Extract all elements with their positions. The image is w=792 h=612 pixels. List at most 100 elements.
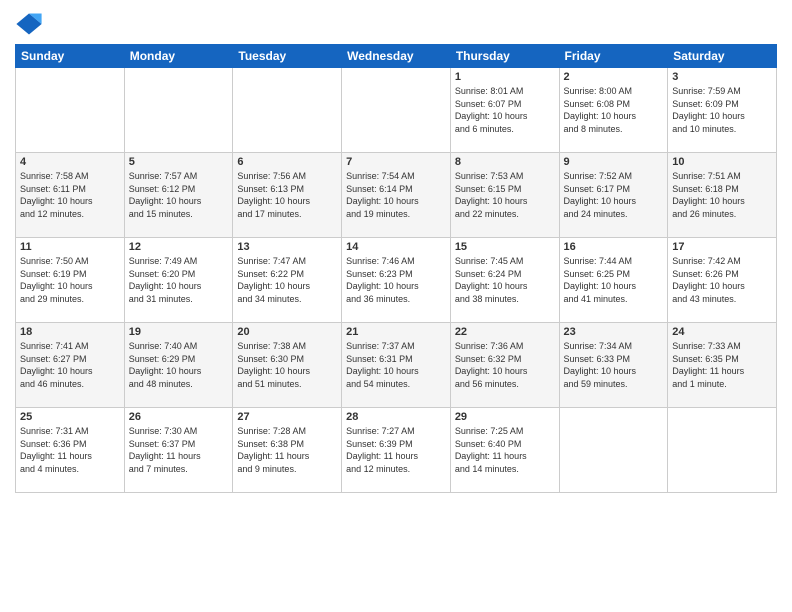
- calendar-week-row: 25 Sunrise: 7:31 AM Sunset: 6:36 PM Dayli…: [16, 408, 777, 493]
- calendar-cell: 10 Sunrise: 7:51 AM Sunset: 6:18 PM Dayli…: [668, 153, 777, 238]
- day-number: 9: [564, 156, 664, 168]
- day-info: Sunrise: 8:01 AM Sunset: 6:07 PM Dayligh…: [455, 85, 555, 135]
- day-number: 5: [129, 156, 229, 168]
- calendar-cell: 2 Sunrise: 8:00 AM Sunset: 6:08 PM Daylig…: [559, 68, 668, 153]
- logo: [15, 10, 47, 38]
- calendar-cell: 7 Sunrise: 7:54 AM Sunset: 6:14 PM Daylig…: [342, 153, 451, 238]
- day-number: 20: [237, 326, 337, 338]
- day-number: 15: [455, 241, 555, 253]
- day-number: 28: [346, 411, 446, 423]
- day-info: Sunrise: 7:54 AM Sunset: 6:14 PM Dayligh…: [346, 170, 446, 220]
- calendar-cell: 8 Sunrise: 7:53 AM Sunset: 6:15 PM Daylig…: [450, 153, 559, 238]
- calendar-cell: 16 Sunrise: 7:44 AM Sunset: 6:25 PM Dayli…: [559, 238, 668, 323]
- column-header-wednesday: Wednesday: [342, 45, 451, 68]
- day-number: 26: [129, 411, 229, 423]
- day-number: 16: [564, 241, 664, 253]
- header: [15, 10, 777, 38]
- calendar-cell: 13Sunrise: 7:47 AM Sunset: 6:22 PM Dayli…: [233, 238, 342, 323]
- calendar-cell: 14Sunrise: 7:46 AM Sunset: 6:23 PM Dayli…: [342, 238, 451, 323]
- day-number: 27: [237, 411, 337, 423]
- column-header-monday: Monday: [124, 45, 233, 68]
- day-number: 11: [20, 241, 120, 253]
- day-info: Sunrise: 7:49 AM Sunset: 6:20 PM Dayligh…: [129, 255, 229, 305]
- calendar-cell: 1 Sunrise: 8:01 AM Sunset: 6:07 PM Daylig…: [450, 68, 559, 153]
- calendar-cell: 5 Sunrise: 7:57 AM Sunset: 6:12 PM Daylig…: [124, 153, 233, 238]
- day-info: Sunrise: 7:40 AM Sunset: 6:29 PM Dayligh…: [129, 340, 229, 390]
- calendar-cell: 22 Sunrise: 7:36 AM Sunset: 6:32 PM Dayli…: [450, 323, 559, 408]
- calendar-cell: 23 Sunrise: 7:34 AM Sunset: 6:33 PM Dayli…: [559, 323, 668, 408]
- calendar-table: SundayMondayTuesdayWednesdayThursdayFrid…: [15, 44, 777, 493]
- day-info: Sunrise: 7:41 AM Sunset: 6:27 PM Dayligh…: [20, 340, 120, 390]
- calendar-week-row: 18 Sunrise: 7:41 AM Sunset: 6:27 PM Dayli…: [16, 323, 777, 408]
- calendar-cell: 25 Sunrise: 7:31 AM Sunset: 6:36 PM Dayli…: [16, 408, 125, 493]
- day-info: Sunrise: 7:59 AM Sunset: 6:09 PM Dayligh…: [672, 85, 772, 135]
- day-number: 12: [129, 241, 229, 253]
- day-number: 6: [237, 156, 337, 168]
- day-info: Sunrise: 7:42 AM Sunset: 6:26 PM Dayligh…: [672, 255, 772, 305]
- calendar-cell: 11 Sunrise: 7:50 AM Sunset: 6:19 PM Dayli…: [16, 238, 125, 323]
- day-info: Sunrise: 7:51 AM Sunset: 6:18 PM Dayligh…: [672, 170, 772, 220]
- calendar-cell: 15 Sunrise: 7:45 AM Sunset: 6:24 PM Dayli…: [450, 238, 559, 323]
- column-header-sunday: Sunday: [16, 45, 125, 68]
- calendar-cell: 27 Sunrise: 7:28 AM Sunset: 6:38 PM Dayli…: [233, 408, 342, 493]
- day-info: Sunrise: 7:50 AM Sunset: 6:19 PM Dayligh…: [20, 255, 120, 305]
- day-number: 1: [455, 71, 555, 83]
- day-info: Sunrise: 7:34 AM Sunset: 6:33 PM Dayligh…: [564, 340, 664, 390]
- day-info: Sunrise: 7:33 AM Sunset: 6:35 PM Dayligh…: [672, 340, 772, 390]
- calendar-cell: 3 Sunrise: 7:59 AM Sunset: 6:09 PM Daylig…: [668, 68, 777, 153]
- logo-icon: [15, 10, 43, 38]
- column-header-tuesday: Tuesday: [233, 45, 342, 68]
- day-number: 23: [564, 326, 664, 338]
- calendar-cell: 6 Sunrise: 7:56 AM Sunset: 6:13 PM Daylig…: [233, 153, 342, 238]
- column-header-saturday: Saturday: [668, 45, 777, 68]
- day-info: Sunrise: 7:27 AM Sunset: 6:39 PM Dayligh…: [346, 425, 446, 475]
- calendar-cell: [559, 408, 668, 493]
- day-number: 22: [455, 326, 555, 338]
- calendar-cell: 19 Sunrise: 7:40 AM Sunset: 6:29 PM Dayli…: [124, 323, 233, 408]
- day-number: 3: [672, 71, 772, 83]
- calendar-cell: [342, 68, 451, 153]
- day-number: 8: [455, 156, 555, 168]
- day-number: 25: [20, 411, 120, 423]
- day-info: Sunrise: 7:37 AM Sunset: 6:31 PM Dayligh…: [346, 340, 446, 390]
- calendar-cell: 24 Sunrise: 7:33 AM Sunset: 6:35 PM Dayli…: [668, 323, 777, 408]
- day-info: Sunrise: 7:25 AM Sunset: 6:40 PM Dayligh…: [455, 425, 555, 475]
- day-info: Sunrise: 7:28 AM Sunset: 6:38 PM Dayligh…: [237, 425, 337, 475]
- calendar-cell: 18 Sunrise: 7:41 AM Sunset: 6:27 PM Dayli…: [16, 323, 125, 408]
- day-number: 2: [564, 71, 664, 83]
- day-info: Sunrise: 7:36 AM Sunset: 6:32 PM Dayligh…: [455, 340, 555, 390]
- calendar-cell: [16, 68, 125, 153]
- day-info: Sunrise: 7:56 AM Sunset: 6:13 PM Dayligh…: [237, 170, 337, 220]
- day-number: 17: [672, 241, 772, 253]
- calendar-week-row: 1 Sunrise: 8:01 AM Sunset: 6:07 PM Daylig…: [16, 68, 777, 153]
- day-info: Sunrise: 7:57 AM Sunset: 6:12 PM Dayligh…: [129, 170, 229, 220]
- day-info: Sunrise: 7:45 AM Sunset: 6:24 PM Dayligh…: [455, 255, 555, 305]
- calendar-week-row: 4 Sunrise: 7:58 AM Sunset: 6:11 PM Daylig…: [16, 153, 777, 238]
- day-number: 4: [20, 156, 120, 168]
- page-container: SundayMondayTuesdayWednesdayThursdayFrid…: [0, 0, 792, 503]
- calendar-cell: 28 Sunrise: 7:27 AM Sunset: 6:39 PM Dayli…: [342, 408, 451, 493]
- calendar-cell: 17 Sunrise: 7:42 AM Sunset: 6:26 PM Dayli…: [668, 238, 777, 323]
- day-info: Sunrise: 7:31 AM Sunset: 6:36 PM Dayligh…: [20, 425, 120, 475]
- day-info: Sunrise: 7:30 AM Sunset: 6:37 PM Dayligh…: [129, 425, 229, 475]
- day-info: Sunrise: 7:58 AM Sunset: 6:11 PM Dayligh…: [20, 170, 120, 220]
- column-header-thursday: Thursday: [450, 45, 559, 68]
- day-number: 10: [672, 156, 772, 168]
- calendar-cell: [233, 68, 342, 153]
- day-info: Sunrise: 8:00 AM Sunset: 6:08 PM Dayligh…: [564, 85, 664, 135]
- day-info: Sunrise: 7:53 AM Sunset: 6:15 PM Dayligh…: [455, 170, 555, 220]
- calendar-cell: 4 Sunrise: 7:58 AM Sunset: 6:11 PM Daylig…: [16, 153, 125, 238]
- day-info: Sunrise: 7:52 AM Sunset: 6:17 PM Dayligh…: [564, 170, 664, 220]
- calendar-cell: 9 Sunrise: 7:52 AM Sunset: 6:17 PM Daylig…: [559, 153, 668, 238]
- day-number: 24: [672, 326, 772, 338]
- day-number: 21: [346, 326, 446, 338]
- day-info: Sunrise: 7:47 AM Sunset: 6:22 PM Dayligh…: [237, 255, 337, 305]
- day-number: 29: [455, 411, 555, 423]
- day-number: 7: [346, 156, 446, 168]
- day-number: 18: [20, 326, 120, 338]
- calendar-cell: 20 Sunrise: 7:38 AM Sunset: 6:30 PM Dayli…: [233, 323, 342, 408]
- day-info: Sunrise: 7:38 AM Sunset: 6:30 PM Dayligh…: [237, 340, 337, 390]
- day-number: 19: [129, 326, 229, 338]
- calendar-cell: [668, 408, 777, 493]
- day-info: Sunrise: 7:44 AM Sunset: 6:25 PM Dayligh…: [564, 255, 664, 305]
